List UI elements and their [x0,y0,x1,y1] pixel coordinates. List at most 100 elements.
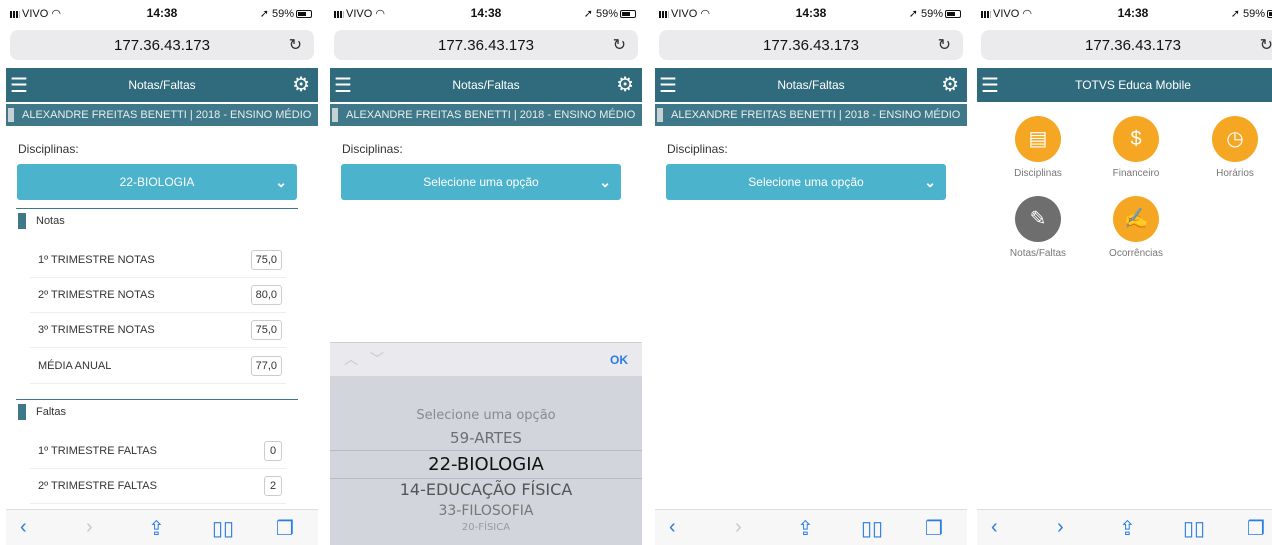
tabs-icon[interactable]: ❐ [1247,516,1265,541]
location-icon: ➚ [583,8,593,20]
battery-icon [1267,10,1272,19]
bookmarks-icon[interactable]: ▯▯ [861,516,883,541]
section-label: Notas [36,215,65,227]
disciplinas-label: Disciplinas: [342,142,403,156]
browser-toolbar: ‹ › ⇪ ▯▯ ❐ [6,509,318,545]
battery: ➚ 59% [1231,7,1272,20]
app-canvas: VIVO ◠ 14:38 ➚ 59% 177.36.43.173 ↻ ☰ Not… [0,0,1272,545]
app-header: ☰ Notas/Faltas ⚙ [330,68,642,102]
menu-item-label: Notas/Faltas [1009,248,1067,259]
share-icon[interactable]: ⇪ [797,516,814,541]
row-value: 80,0 [250,285,282,305]
row-value: 75,0 [250,250,282,270]
bookmarks-icon[interactable]: ▯▯ [1183,516,1205,541]
picker-ok-button[interactable]: OK [610,353,628,367]
gear-icon[interactable]: ⚙ [292,72,310,97]
row-value: 75,0 [250,320,282,340]
menu-item-label: Ocorrências [1109,248,1163,259]
picker-option-selected[interactable]: 22-BIOLOGIA [330,454,642,475]
menu-item-notas-faltas[interactable]: ✎ Notas/Faltas [993,196,1083,259]
status-bar: VIVO ◠ 14:38 ➚ 59% [655,0,967,26]
student-info-bar: ALEXANDRE FREITAS BENETTI | 2018 - ENSIN… [6,104,318,126]
gear-icon[interactable]: ⚙ [616,72,634,97]
menu-item-financeiro[interactable]: $ Financeiro [1091,116,1181,179]
app-header: ☰ Notas/Faltas ⚙ [6,68,318,102]
address-bar[interactable]: 177.36.43.173 ↻ [659,30,963,60]
section-notas: Notas [16,208,298,232]
menu-item-label: Financeiro [1112,168,1160,179]
chevron-down-icon: ⌄ [599,174,611,190]
app-header: ☰ TOTVS Educa Mobile [977,68,1272,102]
table-row: 1º TRIMESTRE NOTAS 75,0 [30,242,286,278]
chevron-down-icon[interactable]: ﹀ [370,349,384,369]
address-bar[interactable]: 177.36.43.173 ↻ [10,30,314,60]
back-icon[interactable]: ‹ [20,516,27,539]
menu-item-ocorrencias[interactable]: ✍ Ocorrências [1091,196,1181,259]
chevron-down-icon: ⌄ [924,174,936,190]
location-icon: ➚ [1230,8,1240,20]
back-icon[interactable]: ‹ [991,516,998,539]
option-picker-wheel[interactable]: Selecione uma opção 59-ARTES 22-BIOLOGIA… [330,376,642,545]
bookmarks-icon[interactable]: ▯▯ [212,516,234,541]
gear-icon[interactable]: ⚙ [941,72,959,97]
disciplina-select[interactable]: Selecione uma opção ⌄ [666,164,946,200]
battery: ➚ 59% [909,7,961,20]
section-marker [18,213,26,229]
back-icon[interactable]: ‹ [669,516,676,539]
share-icon[interactable]: ⇪ [1119,516,1136,541]
chevron-up-icon[interactable]: ︿ [344,349,358,369]
menu-item-horarios[interactable]: ◷ Horários [1190,116,1272,179]
browser-toolbar: ‹ › ⇪ ▯▯ ❐ [655,509,967,545]
page-title: TOTVS Educa Mobile [1075,78,1191,92]
screen-home-menu: VIVO ◠ 14:38 ➚ 59% 177.36.43.173 ↻ ☰ TOT… [977,0,1272,545]
menu-item-disciplinas[interactable]: ▤ Disciplinas [993,116,1083,179]
forward-icon[interactable]: › [735,516,742,539]
disciplina-select[interactable]: 22-BIOLOGIA ⌄ [17,164,297,200]
clock: 14:38 [1117,6,1149,20]
address-bar[interactable]: 177.36.43.173 ↻ [981,30,1272,60]
disciplina-select[interactable]: Selecione uma opção ⌄ [341,164,621,200]
reload-icon[interactable]: ↻ [938,35,951,55]
tabs-icon[interactable]: ❐ [276,516,294,541]
table-row: 2º TRIMESTRE FALTAS 2 [30,468,286,504]
url-text: 177.36.43.173 [1085,37,1181,54]
disciplinas-label: Disciplinas: [667,142,728,156]
grades-icon: ✎ [1015,196,1061,242]
forward-icon[interactable]: › [1057,516,1064,539]
menu-item-label: Horários [1216,168,1254,179]
picker-option[interactable]: 20-FÍSICA [330,522,642,533]
reload-icon[interactable]: ↻ [1260,35,1272,55]
picker-option[interactable]: 33-FILOSOFIA [330,503,642,519]
battery: ➚ 59% [260,7,312,20]
chevron-down-icon: ⌄ [275,174,287,190]
url-text: 177.36.43.173 [763,37,859,54]
picker-option[interactable]: 14-EDUCAÇÃO FÍSICA [330,480,642,499]
screen-notas-detail: VIVO ◠ 14:38 ➚ 59% 177.36.43.173 ↻ ☰ Not… [6,0,318,545]
url-text: 177.36.43.173 [438,37,534,54]
select-value: 22-BIOLOGIA [119,175,195,189]
screen-no-selection: VIVO ◠ 14:38 ➚ 59% 177.36.43.173 ↻ ☰ Not… [655,0,967,545]
battery-icon [620,10,636,19]
table-row: 2º TRIMESTRE NOTAS 80,0 [30,277,286,313]
table-row: MÉDIA ANUAL 77,0 [30,348,286,384]
row-label: 1º TRIMESTRE FALTAS [38,445,157,457]
document-icon: ▤ [1015,116,1061,162]
battery-icon [945,10,961,19]
url-text: 177.36.43.173 [114,37,210,54]
picker-option[interactable]: 59-ARTES [330,429,642,447]
reload-icon[interactable]: ↻ [289,35,302,55]
share-icon[interactable]: ⇪ [148,516,165,541]
picker-option[interactable]: Selecione uma opção [330,408,642,423]
reload-icon[interactable]: ↻ [613,35,626,55]
row-label: 1º TRIMESTRE NOTAS [38,254,155,266]
forward-icon[interactable]: › [86,516,93,539]
app-header: ☰ Notas/Faltas ⚙ [655,68,967,102]
tabs-icon[interactable]: ❐ [925,516,943,541]
status-bar: VIVO ◠ 14:38 ➚ 59% [330,0,642,26]
status-bar: VIVO ◠ 14:38 ➚ 59% [6,0,318,26]
student-info-bar: ALEXANDRE FREITAS BENETTI | 2018 - ENSIN… [655,104,967,126]
select-placeholder: Selecione uma opção [423,175,539,189]
section-label: Faltas [36,406,66,418]
select-placeholder: Selecione uma opção [748,175,864,189]
address-bar[interactable]: 177.36.43.173 ↻ [334,30,638,60]
